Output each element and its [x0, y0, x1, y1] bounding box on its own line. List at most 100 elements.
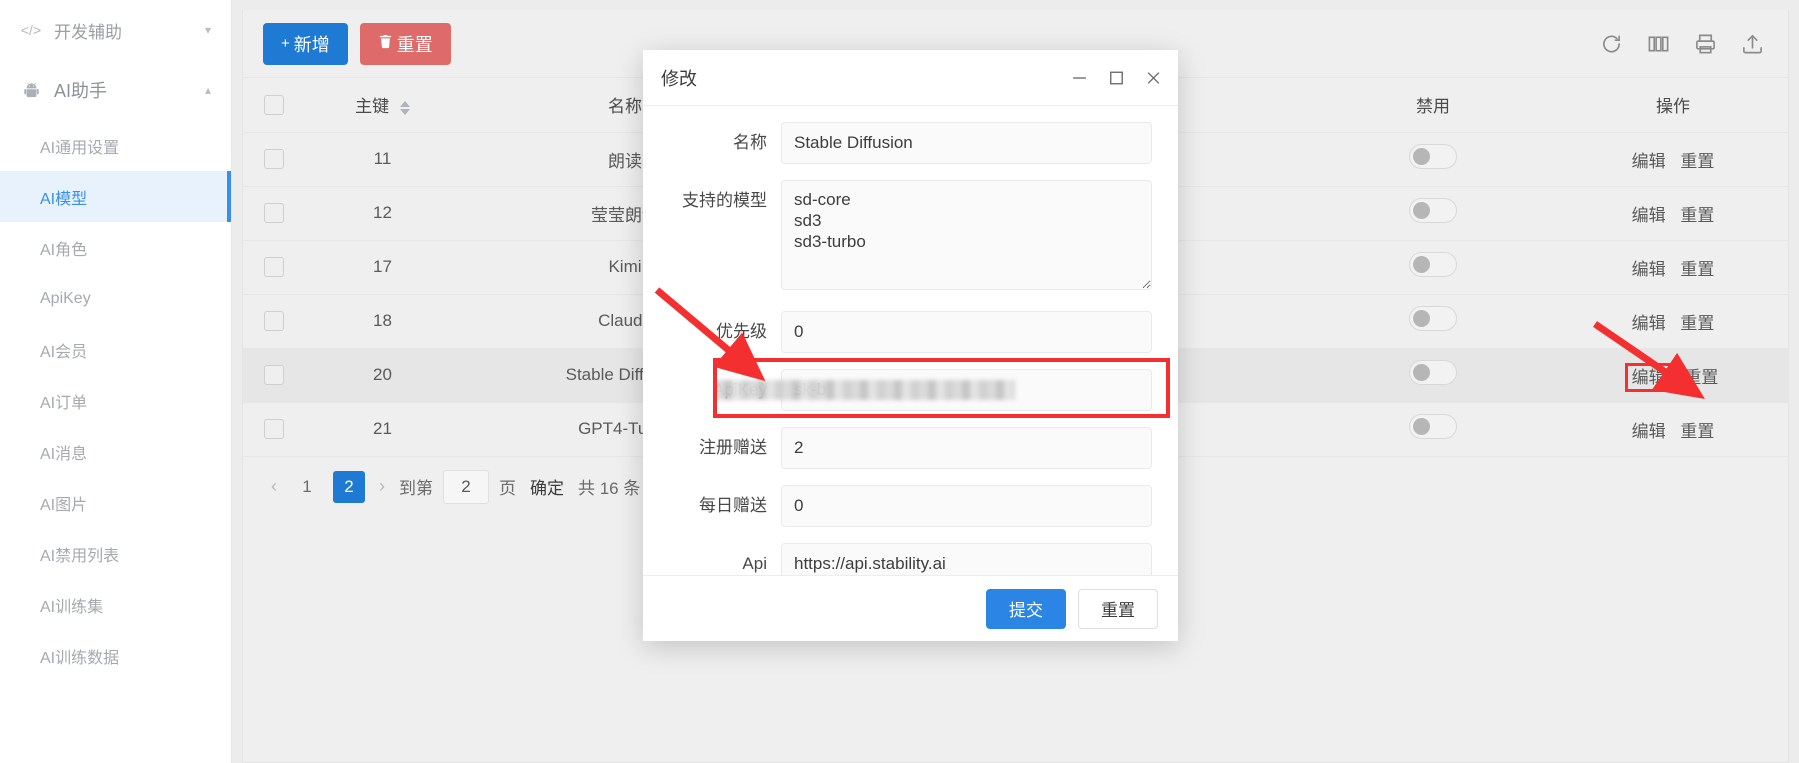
edit-link[interactable]: 编辑: [1632, 152, 1666, 171]
field-row-daily-gift: 每日赠送: [653, 485, 1152, 527]
cell-actions: 编辑 重置: [1558, 186, 1788, 241]
total-count-label: 共 16 条: [578, 479, 641, 498]
next-page-button[interactable]: ›: [375, 476, 389, 497]
sidebar-item-ai-message[interactable]: AI消息: [0, 426, 231, 477]
add-button[interactable]: + 新增: [263, 22, 348, 65]
disable-toggle[interactable]: [1409, 252, 1457, 277]
reset-link[interactable]: 重置: [1680, 314, 1714, 333]
sidebar-group-dev[interactable]: </> 开发辅助 ▾: [0, 0, 231, 60]
disable-toggle[interactable]: [1409, 414, 1457, 439]
cell-id: 21: [305, 402, 460, 457]
sidebar-item-ai-model[interactable]: AI模型: [0, 171, 231, 222]
cell-disabled: [1308, 294, 1558, 349]
prev-page-button[interactable]: ‹: [267, 476, 281, 497]
sidebar-group-ai-label: AI助手: [54, 81, 108, 101]
code-icon: </>: [20, 22, 42, 38]
edit-link[interactable]: 编辑: [1632, 260, 1666, 279]
sidebar-item-ai-blocklist[interactable]: AI禁用列表: [0, 528, 231, 579]
jump-confirm-button[interactable]: 确定: [530, 474, 564, 499]
cell-disabled: [1308, 402, 1558, 457]
row-select-cell: [243, 402, 305, 457]
field-control-apikey: [715, 369, 1152, 411]
field-label-name: 名称: [733, 133, 767, 152]
cell-id: 20: [305, 348, 460, 403]
reset-link[interactable]: 重置: [1680, 206, 1714, 225]
reset-link[interactable]: 重置: [1680, 152, 1714, 171]
reset-button[interactable]: 重置: [359, 22, 451, 65]
disable-toggle[interactable]: [1409, 144, 1457, 169]
column-header-id[interactable]: 主键: [305, 78, 460, 133]
app-root: </> 开发辅助 ▾ AI助手 ▴ AI通用设置 AI模型 AI角色 ApiKe…: [0, 0, 1799, 763]
sidebar-item-ai-training-set[interactable]: AI训练集: [0, 579, 231, 630]
row-checkbox[interactable]: [264, 203, 284, 224]
reset-link[interactable]: 重置: [1680, 422, 1714, 441]
sidebar-item-ai-member[interactable]: AI会员: [0, 324, 231, 375]
daily-gift-input[interactable]: [781, 485, 1152, 527]
maximize-icon[interactable]: [1108, 69, 1125, 86]
edit-link[interactable]: 编辑: [1632, 314, 1666, 333]
disable-toggle[interactable]: [1409, 360, 1457, 385]
columns-icon[interactable]: [1647, 32, 1670, 55]
sidebar-item-label: AI训练集: [40, 598, 104, 616]
sidebar-item-apikey[interactable]: ApiKey: [0, 273, 231, 324]
chevron-up-icon[interactable]: ▴: [205, 83, 211, 97]
sidebar-item-ai-training-data[interactable]: AI训练数据: [0, 630, 231, 681]
supported-models-textarea[interactable]: sd-core sd3 sd3-turbo: [781, 180, 1152, 290]
field-label-signup-gift: 注册赠送: [699, 438, 767, 457]
sidebar-item-label: AI模型: [40, 190, 88, 208]
submit-button[interactable]: 提交: [986, 588, 1066, 629]
sidebar-group-ai[interactable]: AI助手 ▴: [0, 60, 231, 120]
name-input[interactable]: [781, 122, 1152, 164]
signup-gift-input[interactable]: [781, 427, 1152, 469]
apikey-masked-overlay: [715, 380, 1015, 400]
close-icon[interactable]: [1145, 69, 1162, 86]
modal-reset-button[interactable]: 重置: [1078, 588, 1158, 629]
api-input[interactable]: [781, 543, 1152, 575]
priority-input[interactable]: [781, 311, 1152, 353]
print-icon[interactable]: [1694, 32, 1717, 55]
sidebar-group-dev-label: 开发辅助: [54, 22, 122, 42]
field-label-daily-gift: 每日赠送: [699, 496, 767, 515]
column-header-disabled: 禁用: [1308, 78, 1558, 133]
page-2-button[interactable]: 2: [333, 470, 365, 503]
chevron-down-icon[interactable]: ▾: [205, 23, 211, 37]
sidebar-item-label: AI消息: [40, 445, 88, 463]
sidebar-item-label: AI通用设置: [40, 139, 120, 157]
reset-link[interactable]: 重置: [1684, 368, 1718, 387]
field-row-name: 名称: [653, 122, 1152, 164]
jump-page-input[interactable]: [443, 469, 489, 504]
modal-window-controls: [1071, 69, 1162, 86]
cell-id: 18: [305, 294, 460, 349]
edit-link[interactable]: 编辑: [1632, 422, 1666, 441]
sidebar-item-ai-order[interactable]: AI订单: [0, 375, 231, 426]
trash-icon: [378, 34, 393, 53]
row-checkbox[interactable]: [264, 365, 284, 386]
row-checkbox[interactable]: [264, 149, 284, 170]
disable-toggle[interactable]: [1409, 198, 1457, 223]
edit-link[interactable]: 编辑: [1624, 362, 1673, 392]
sidebar-item-ai-general-settings[interactable]: AI通用设置: [0, 120, 231, 171]
row-checkbox[interactable]: [264, 257, 284, 278]
sidebar-item-label: AI图片: [40, 496, 88, 514]
sidebar-item-label: AI订单: [40, 394, 88, 412]
sort-icon[interactable]: [399, 100, 410, 115]
disable-toggle[interactable]: [1409, 306, 1457, 331]
row-checkbox[interactable]: [264, 311, 284, 332]
page-1-button[interactable]: 1: [291, 471, 323, 503]
refresh-icon[interactable]: [1600, 32, 1623, 55]
field-row-signup-gift: 注册赠送: [653, 427, 1152, 469]
robot-icon: [20, 82, 42, 99]
select-all-checkbox[interactable]: [264, 95, 284, 115]
row-checkbox[interactable]: [264, 419, 284, 440]
sidebar-item-ai-role[interactable]: AI角色: [0, 222, 231, 273]
edit-link[interactable]: 编辑: [1632, 206, 1666, 225]
minimize-icon[interactable]: [1071, 69, 1088, 86]
field-control-signup-gift: [781, 427, 1152, 469]
cell-disabled: [1308, 240, 1558, 295]
field-row-apikey: ApiKey: [653, 358, 1170, 418]
field-control-supported-models: sd-core sd3 sd3-turbo: [781, 180, 1152, 295]
export-icon[interactable]: [1741, 32, 1764, 55]
reset-link[interactable]: 重置: [1680, 260, 1714, 279]
plus-icon: +: [281, 35, 290, 52]
sidebar-item-ai-image[interactable]: AI图片: [0, 477, 231, 528]
